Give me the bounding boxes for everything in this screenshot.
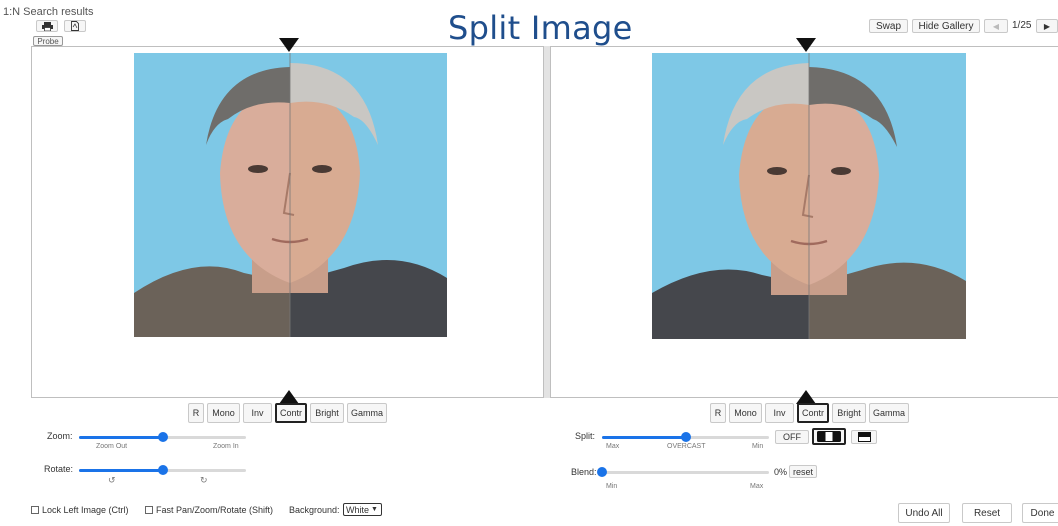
- split-off-button[interactable]: OFF: [775, 430, 809, 444]
- pdf-button[interactable]: [64, 20, 86, 32]
- background-select-value: White: [346, 504, 370, 515]
- search-results-label: 1:N Search results: [3, 6, 94, 18]
- left-gamma-button[interactable]: Gamma: [347, 403, 387, 423]
- left-invert-button[interactable]: Inv: [243, 403, 272, 423]
- split-vertical-button[interactable]: [812, 428, 846, 445]
- next-button[interactable]: ▶: [1036, 19, 1058, 33]
- left-reset-rotation-button[interactable]: R: [188, 403, 204, 423]
- undo-all-button[interactable]: Undo All: [898, 503, 950, 523]
- blend-label: Blend:: [571, 467, 597, 477]
- lock-left-image-checkbox[interactable]: Lock Left Image (Ctrl): [31, 505, 129, 515]
- right-gamma-button[interactable]: Gamma: [869, 403, 909, 423]
- zoom-slider-thumb[interactable]: [157, 432, 168, 442]
- right-invert-button[interactable]: Inv: [765, 403, 794, 423]
- split-slider-thumb[interactable]: [680, 432, 691, 442]
- right-split-bottom-handle-icon[interactable]: [796, 390, 816, 404]
- hide-gallery-button[interactable]: Hide Gallery: [912, 19, 980, 33]
- pdf-icon: [71, 21, 79, 31]
- lock-left-image-label: Lock Left Image (Ctrl): [42, 505, 129, 515]
- blend-slider-thumb[interactable]: [597, 467, 607, 477]
- right-image-panel[interactable]: [550, 46, 1058, 398]
- probe-tag: Probe: [33, 36, 63, 46]
- split-vertical-icon: [817, 431, 841, 442]
- split-horizontal-icon: [857, 432, 871, 442]
- rotate-counterclockwise-icon[interactable]: ↺: [108, 475, 116, 486]
- left-split-top-handle-icon[interactable]: [279, 38, 299, 52]
- left-image-panel[interactable]: [31, 46, 544, 398]
- zoom-min-label: Zoom Out: [96, 443, 128, 450]
- blend-slider[interactable]: [597, 467, 769, 477]
- printer-icon: [41, 21, 53, 31]
- rotate-clockwise-icon[interactable]: ↻: [200, 475, 208, 486]
- zoom-slider-fill: [79, 436, 163, 439]
- left-mono-button[interactable]: Mono: [207, 403, 240, 423]
- background-select[interactable]: White ▼: [343, 503, 382, 516]
- previous-button[interactable]: ◀: [984, 19, 1008, 33]
- rotate-slider[interactable]: [79, 465, 246, 475]
- next-arrow-icon: ▶: [1043, 21, 1051, 31]
- right-reset-rotation-button[interactable]: R: [710, 403, 726, 423]
- probe-face-image: [134, 53, 447, 337]
- page-title: Split Image: [448, 9, 633, 47]
- blend-min-label: Min: [606, 483, 618, 490]
- split-mid-label: OVERCAST: [667, 443, 706, 450]
- reset-button[interactable]: Reset: [962, 503, 1012, 523]
- rotate-slider-fill: [79, 469, 163, 472]
- split-slider[interactable]: [602, 432, 769, 442]
- split-slider-fill: [602, 436, 686, 439]
- zoom-label: Zoom:: [47, 431, 73, 441]
- previous-arrow-icon: ◀: [992, 21, 1000, 31]
- split-horizontal-button[interactable]: [851, 430, 877, 444]
- print-button[interactable]: [36, 20, 58, 32]
- blend-percent: 0%: [774, 467, 788, 477]
- left-contrast-button[interactable]: Contr: [275, 403, 307, 423]
- page-indicator: 1/25: [1012, 20, 1032, 31]
- zoom-max-label: Zoom In: [213, 443, 239, 450]
- split-max-label: Min: [752, 443, 764, 450]
- chevron-down-icon: ▼: [371, 506, 378, 513]
- right-brightness-button[interactable]: Bright: [832, 403, 866, 423]
- right-split-top-handle-icon[interactable]: [796, 38, 816, 52]
- swap-button[interactable]: Swap: [869, 19, 908, 33]
- left-brightness-button[interactable]: Bright: [310, 403, 344, 423]
- candidate-face-image: [652, 53, 966, 339]
- blend-max-label: Max: [750, 483, 764, 490]
- background-label: Background:: [289, 505, 340, 515]
- fast-pan-checkbox-box[interactable]: [145, 506, 153, 514]
- right-mono-button[interactable]: Mono: [729, 403, 762, 423]
- fast-pan-label: Fast Pan/Zoom/Rotate (Shift): [156, 505, 274, 515]
- fast-pan-checkbox[interactable]: Fast Pan/Zoom/Rotate (Shift): [145, 505, 273, 515]
- split-min-label: Max: [606, 443, 620, 450]
- done-button[interactable]: Done: [1022, 503, 1058, 523]
- right-contrast-button[interactable]: Contr: [797, 403, 829, 423]
- split-label: Split:: [575, 431, 596, 441]
- left-split-bottom-handle-icon[interactable]: [279, 390, 299, 404]
- lock-left-checkbox-box[interactable]: [31, 506, 39, 514]
- rotate-slider-thumb[interactable]: [157, 465, 168, 475]
- rotate-label: Rotate:: [44, 464, 74, 474]
- blend-reset-button[interactable]: reset: [789, 465, 817, 478]
- zoom-slider[interactable]: [79, 432, 246, 442]
